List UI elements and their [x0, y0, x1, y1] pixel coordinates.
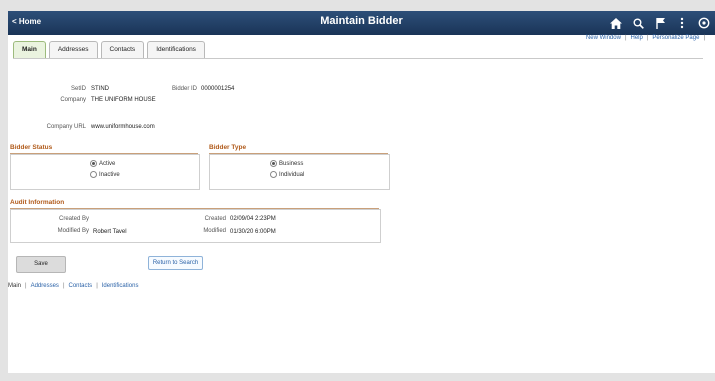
home-icon[interactable]	[605, 13, 627, 33]
tab-addresses[interactable]: Addresses	[48, 41, 98, 58]
bottom-link-main[interactable]: Main	[8, 283, 21, 289]
help-link[interactable]: Help	[631, 35, 643, 41]
link-separator: |	[25, 283, 27, 289]
created-value: 02/09/04 2:23PM	[230, 216, 276, 222]
more-icon[interactable]	[671, 13, 693, 33]
type-business-radio[interactable]: Business	[270, 160, 303, 167]
type-business-label: Business	[279, 160, 304, 167]
company-label: Company	[60, 97, 86, 103]
setid-value: STIND	[91, 86, 109, 92]
audit-title: Audit Information	[10, 199, 65, 206]
banner: < Home Maintain Bidder	[8, 11, 715, 35]
company-url-label: Company URL	[46, 124, 86, 130]
radio-selected-icon	[90, 160, 97, 167]
radio-selected-icon	[270, 160, 277, 167]
modified-label: Modified	[203, 228, 226, 234]
page-links: New Window | Help | Personalize Page |	[586, 35, 709, 41]
radio-unselected-icon	[90, 171, 97, 178]
bidder-status-title: Bidder Status	[10, 144, 53, 151]
navbar-icon[interactable]	[693, 13, 715, 33]
tab-divider	[13, 58, 703, 59]
link-separator: |	[624, 35, 627, 41]
status-active-label: Active	[99, 160, 116, 167]
bottom-link-identifications[interactable]: Identifications	[102, 283, 139, 289]
bidder-type-title: Bidder Type	[209, 144, 247, 151]
flag-icon[interactable]	[649, 13, 671, 33]
save-button[interactable]: Save	[16, 256, 66, 273]
bottom-link-contacts[interactable]: Contacts	[69, 283, 93, 289]
audit-box	[10, 209, 381, 243]
tab-main[interactable]: Main	[13, 41, 46, 58]
banner-icons	[605, 13, 715, 33]
bottom-page-links: Main | Addresses | Contacts | Identifica…	[8, 283, 138, 289]
bidder-id-label: Bidder ID	[171, 86, 197, 92]
modified-by-value: Robert Tavel	[93, 229, 127, 235]
tab-contacts[interactable]: Contacts	[100, 41, 145, 58]
link-separator: |	[96, 283, 98, 289]
tab-bar: Main Addresses Contacts Identifications	[13, 41, 208, 58]
bottom-link-addresses[interactable]: Addresses	[31, 283, 59, 289]
bidder-id-value: 0000001254	[201, 86, 235, 92]
window: < Home Maintain Bidder Main Addresses Co…	[8, 11, 715, 373]
link-separator: |	[703, 35, 705, 41]
radio-unselected-icon	[270, 171, 277, 178]
status-inactive-label: Inactive	[99, 171, 120, 178]
status-inactive-radio[interactable]: Inactive	[90, 171, 120, 178]
modified-value: 01/30/20 6:00PM	[230, 229, 276, 235]
link-separator: |	[646, 35, 649, 41]
modified-by-label: Modified By	[57, 228, 89, 234]
return-to-search-button[interactable]: Return to Search	[148, 256, 203, 270]
search-icon[interactable]	[627, 13, 649, 33]
created-label: Created	[204, 216, 226, 222]
link-separator: |	[62, 283, 65, 289]
created-by-label: Created By	[58, 216, 89, 222]
company-value: THE UNIFORM HOUSE	[91, 97, 156, 103]
tab-identifications[interactable]: Identifications	[147, 41, 205, 58]
personalize-page-link[interactable]: Personalize Page	[652, 35, 699, 41]
type-individual-radio[interactable]: Individual	[270, 171, 304, 178]
status-active-radio[interactable]: Active	[90, 160, 115, 167]
new-window-link[interactable]: New Window	[586, 35, 621, 41]
type-individual-label: Individual	[279, 171, 305, 178]
setid-label: SetID	[70, 86, 86, 92]
company-url-value: www.uniformhouse.com	[91, 124, 155, 130]
